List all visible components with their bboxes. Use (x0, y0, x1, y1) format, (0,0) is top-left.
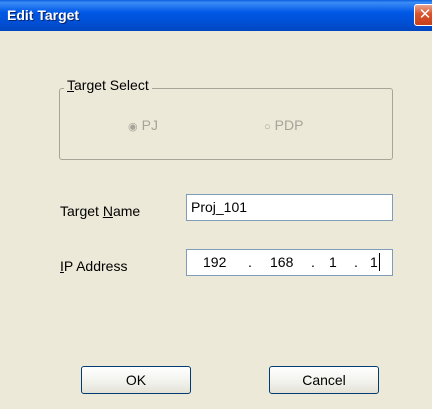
radio-selected-icon: ◉ (128, 121, 138, 133)
ip-octet-1[interactable]: 192 (203, 254, 226, 270)
title-bar: Edit Target ✕ (0, 0, 432, 31)
radio-unselected-icon: ○ (264, 121, 271, 133)
target-name-input[interactable]: Proj_101 (186, 194, 393, 221)
ip-separator: . (354, 254, 358, 270)
ip-address-input[interactable]: 192 . 168 . 1 . 1 (186, 249, 393, 276)
target-select-legend: Target Select (64, 77, 152, 93)
radio-pdp-label: PDP (274, 117, 304, 133)
window-title: Edit Target (7, 7, 80, 23)
ip-separator: . (311, 254, 315, 270)
text-caret (379, 253, 380, 271)
ip-octet-3[interactable]: 1 (329, 254, 337, 270)
target-name-label: Target Name (60, 203, 141, 219)
target-name-value: Proj_101 (191, 199, 248, 215)
ok-button[interactable]: OK (81, 366, 191, 394)
legend-mnemonic: T (67, 77, 74, 93)
ip-octet-2[interactable]: 168 (270, 254, 293, 270)
target-select-group (59, 88, 393, 160)
cancel-button[interactable]: Cancel (269, 366, 379, 394)
radio-pj-label: PJ (141, 117, 158, 133)
radio-pj[interactable]: ◉ PJ (128, 117, 158, 133)
ip-octet-4[interactable]: 1 (370, 254, 378, 270)
ip-address-label: IP Address (60, 258, 128, 274)
radio-pdp[interactable]: ○ PDP (264, 117, 303, 133)
ip-separator: . (248, 254, 252, 270)
close-button[interactable]: ✕ (414, 4, 432, 26)
close-icon: ✕ (418, 6, 432, 23)
